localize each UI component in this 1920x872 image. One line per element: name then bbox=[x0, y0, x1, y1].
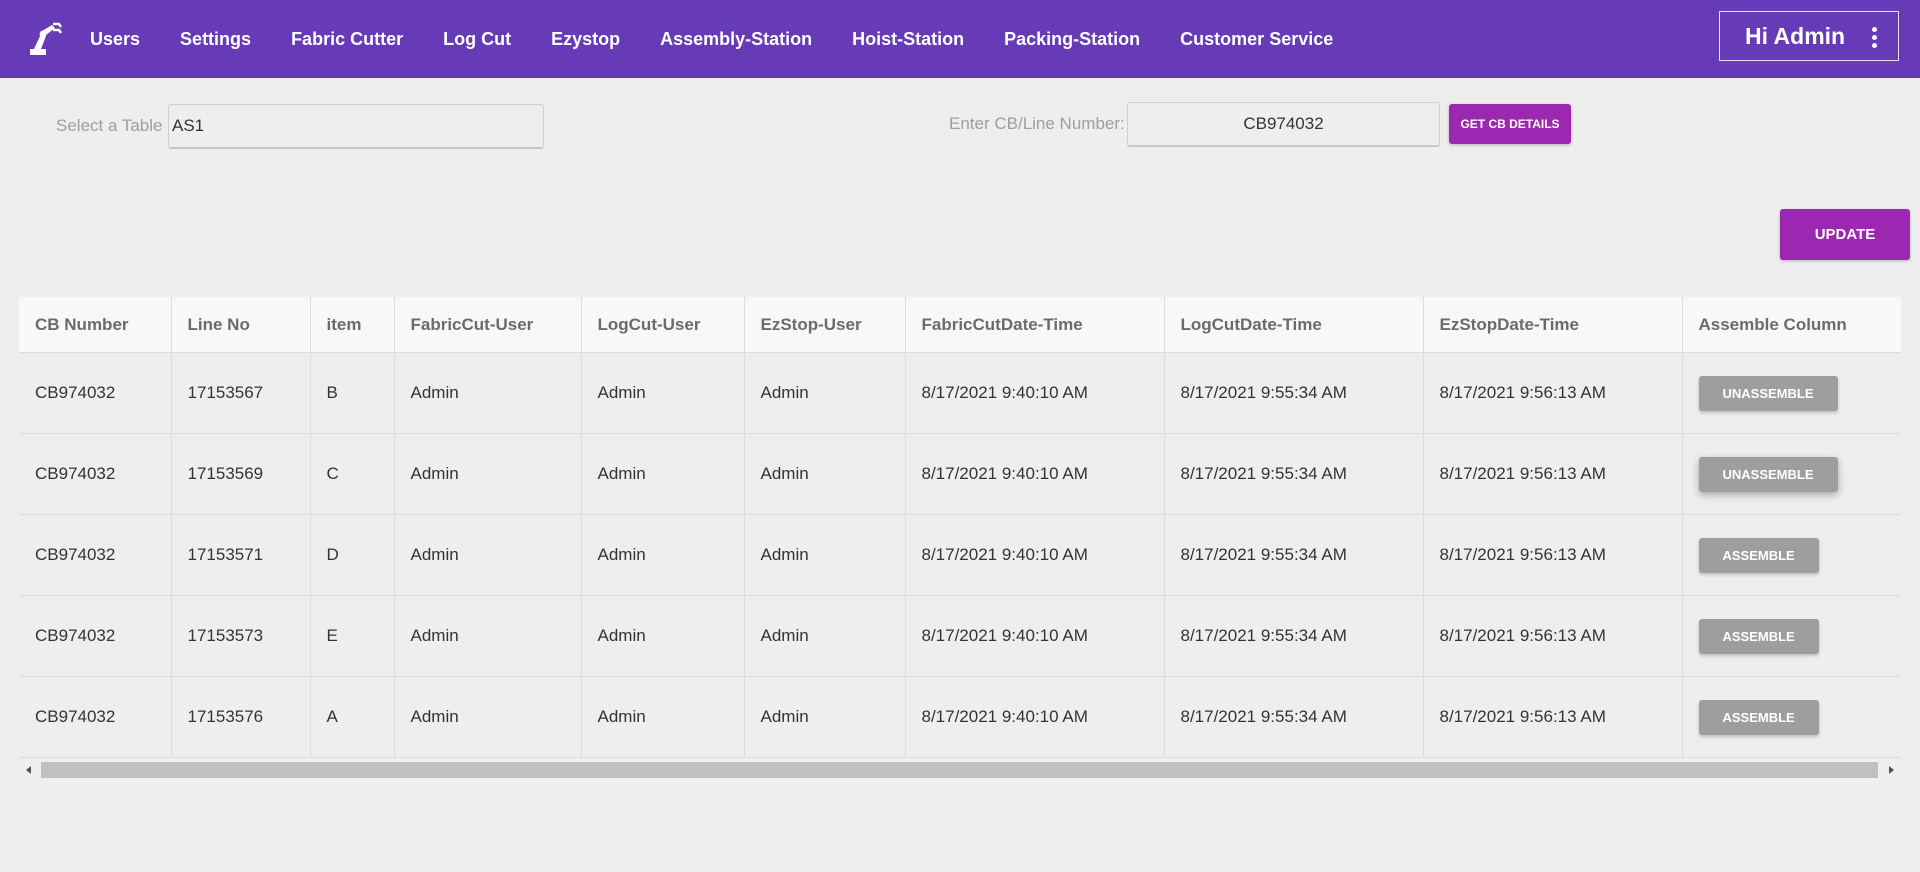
cell-fabriccut-user: Admin bbox=[394, 352, 582, 434]
cell-assemble-action: ASSEMBLE bbox=[1682, 676, 1901, 758]
cell-cb-number: CB974032 bbox=[19, 595, 172, 677]
cell-logcut-user: Admin bbox=[581, 433, 745, 515]
header-logcut-user[interactable]: LogCut-User bbox=[581, 297, 745, 353]
cell-item: B bbox=[310, 352, 395, 434]
cell-fabriccut-user: Admin bbox=[394, 676, 582, 758]
user-menu-button[interactable]: Hi Admin bbox=[1719, 11, 1899, 61]
cell-fabriccut-datetime: 8/17/2021 9:40:10 AM bbox=[905, 595, 1165, 677]
cell-item: A bbox=[310, 676, 395, 758]
cb-number-input[interactable]: CB974032 bbox=[1127, 102, 1440, 147]
header-assemble-column[interactable]: Assemble Column bbox=[1682, 297, 1901, 353]
cell-ezstop-datetime: 8/17/2021 9:56:13 AM bbox=[1423, 595, 1683, 677]
robot-arm-icon[interactable] bbox=[28, 22, 62, 56]
cell-cb-number: CB974032 bbox=[19, 676, 172, 758]
header-fabriccut-datetime[interactable]: FabricCutDate-Time bbox=[905, 297, 1165, 353]
cell-item: E bbox=[310, 595, 395, 677]
header-cb-number[interactable]: CB Number bbox=[19, 297, 172, 353]
table-row: CB974032 17153567 B Admin Admin Admin 8/… bbox=[19, 352, 1901, 434]
cell-logcut-datetime: 8/17/2021 9:55:34 AM bbox=[1164, 352, 1424, 434]
cell-ezstop-user: Admin bbox=[744, 595, 906, 677]
nav-item-users[interactable]: Users bbox=[90, 29, 140, 50]
header-ezstop-user[interactable]: EzStop-User bbox=[744, 297, 906, 353]
cell-assemble-action: UNASSEMBLE bbox=[1682, 352, 1901, 434]
assemble-button[interactable]: ASSEMBLE bbox=[1698, 699, 1819, 735]
cell-item: C bbox=[310, 433, 395, 515]
cell-line-no: 17153576 bbox=[171, 676, 311, 758]
nav-item-hoist-station[interactable]: Hoist-Station bbox=[852, 29, 964, 50]
cell-logcut-datetime: 8/17/2021 9:55:34 AM bbox=[1164, 514, 1424, 596]
horizontal-scrollbar[interactable] bbox=[19, 760, 1901, 780]
cell-logcut-datetime: 8/17/2021 9:55:34 AM bbox=[1164, 676, 1424, 758]
get-cb-details-button[interactable]: GET CB DETAILS bbox=[1449, 104, 1571, 144]
cell-ezstop-user: Admin bbox=[744, 352, 906, 434]
table-row: CB974032 17153573 E Admin Admin Admin 8/… bbox=[19, 595, 1901, 677]
scrollbar-thumb[interactable] bbox=[41, 762, 1878, 778]
cell-item: D bbox=[310, 514, 395, 596]
cell-ezstop-datetime: 8/17/2021 9:56:13 AM bbox=[1423, 433, 1683, 515]
cell-ezstop-user: Admin bbox=[744, 433, 906, 515]
unassemble-button[interactable]: UNASSEMBLE bbox=[1698, 375, 1838, 411]
cell-ezstop-datetime: 8/17/2021 9:56:13 AM bbox=[1423, 352, 1683, 434]
user-greeting: Hi Admin bbox=[1745, 22, 1846, 49]
cell-assemble-action: ASSEMBLE bbox=[1682, 514, 1901, 596]
header-line-no[interactable]: Line No bbox=[171, 297, 311, 353]
cell-line-no: 17153573 bbox=[171, 595, 311, 677]
header-fabriccut-user[interactable]: FabricCut-User bbox=[394, 297, 582, 353]
cell-fabriccut-datetime: 8/17/2021 9:40:10 AM bbox=[905, 676, 1165, 758]
cell-cb-number: CB974032 bbox=[19, 433, 172, 515]
cell-ezstop-user: Admin bbox=[744, 676, 906, 758]
cb-number-label: Enter CB/Line Number: bbox=[949, 114, 1125, 133]
header-logcut-datetime[interactable]: LogCutDate-Time bbox=[1164, 297, 1424, 353]
cell-logcut-user: Admin bbox=[581, 595, 745, 677]
nav-item-fabric-cutter[interactable]: Fabric Cutter bbox=[291, 29, 403, 50]
cell-fabriccut-datetime: 8/17/2021 9:40:10 AM bbox=[905, 514, 1165, 596]
scroll-right-arrow-icon[interactable] bbox=[1889, 766, 1894, 774]
main-nav: Users Settings Fabric Cutter Log Cut Ezy… bbox=[90, 0, 1373, 78]
nav-item-assembly-station[interactable]: Assembly-Station bbox=[660, 29, 812, 50]
table-header-row: CB Number Line No item FabricCut-User Lo… bbox=[19, 297, 1901, 353]
table-row: CB974032 17153569 C Admin Admin Admin 8/… bbox=[19, 433, 1901, 515]
table-select-value: AS1 bbox=[172, 116, 205, 135]
more-vertical-icon[interactable] bbox=[1872, 27, 1878, 49]
cb-number-value: CB974032 bbox=[1243, 114, 1324, 133]
nav-item-ezystop[interactable]: Ezystop bbox=[551, 29, 620, 50]
cell-cb-number: CB974032 bbox=[19, 352, 172, 434]
cell-fabriccut-user: Admin bbox=[394, 433, 582, 515]
cell-fabriccut-datetime: 8/17/2021 9:40:10 AM bbox=[905, 433, 1165, 515]
unassemble-button[interactable]: UNASSEMBLE bbox=[1698, 456, 1838, 492]
cell-logcut-user: Admin bbox=[581, 676, 745, 758]
table-row: CB974032 17153576 A Admin Admin Admin 8/… bbox=[19, 676, 1901, 758]
cell-fabriccut-datetime: 8/17/2021 9:40:10 AM bbox=[905, 352, 1165, 434]
select-table-label: Select a Table bbox=[56, 116, 163, 135]
table-select-field[interactable]: AS1 bbox=[168, 104, 544, 149]
cell-cb-number: CB974032 bbox=[19, 514, 172, 596]
table-row: CB974032 17153571 D Admin Admin Admin 8/… bbox=[19, 514, 1901, 596]
nav-item-log-cut[interactable]: Log Cut bbox=[443, 29, 511, 50]
cell-line-no: 17153571 bbox=[171, 514, 311, 596]
top-nav-bar: Users Settings Fabric Cutter Log Cut Ezy… bbox=[0, 0, 1920, 78]
cell-logcut-datetime: 8/17/2021 9:55:34 AM bbox=[1164, 595, 1424, 677]
cell-logcut-user: Admin bbox=[581, 352, 745, 434]
cell-logcut-datetime: 8/17/2021 9:55:34 AM bbox=[1164, 433, 1424, 515]
header-ezstop-datetime[interactable]: EzStopDate-Time bbox=[1423, 297, 1683, 353]
cell-assemble-action: UNASSEMBLE bbox=[1682, 433, 1901, 515]
assemble-button[interactable]: ASSEMBLE bbox=[1698, 618, 1819, 654]
nav-item-customer-service[interactable]: Customer Service bbox=[1180, 29, 1333, 50]
assembly-table: CB Number Line No item FabricCut-User Lo… bbox=[19, 297, 1901, 758]
scroll-left-arrow-icon[interactable] bbox=[26, 766, 31, 774]
cell-fabriccut-user: Admin bbox=[394, 595, 582, 677]
cell-logcut-user: Admin bbox=[581, 514, 745, 596]
nav-item-settings[interactable]: Settings bbox=[180, 29, 251, 50]
cell-line-no: 17153569 bbox=[171, 433, 311, 515]
header-item[interactable]: item bbox=[310, 297, 395, 353]
cell-assemble-action: ASSEMBLE bbox=[1682, 595, 1901, 677]
update-button[interactable]: UPDATE bbox=[1780, 209, 1910, 260]
assemble-button[interactable]: ASSEMBLE bbox=[1698, 537, 1819, 573]
nav-item-packing-station[interactable]: Packing-Station bbox=[1004, 29, 1140, 50]
cell-ezstop-datetime: 8/17/2021 9:56:13 AM bbox=[1423, 676, 1683, 758]
cell-ezstop-datetime: 8/17/2021 9:56:13 AM bbox=[1423, 514, 1683, 596]
cell-ezstop-user: Admin bbox=[744, 514, 906, 596]
cell-line-no: 17153567 bbox=[171, 352, 311, 434]
cell-fabriccut-user: Admin bbox=[394, 514, 582, 596]
